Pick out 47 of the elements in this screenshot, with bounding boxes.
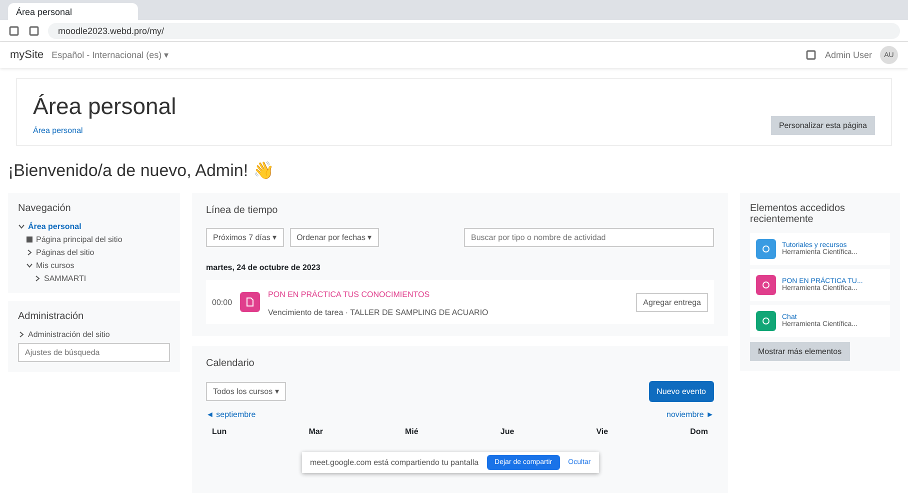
block-title: Calendario [206,358,256,369]
course-dropdown[interactable]: Todos los cursos ▾ [206,382,286,401]
chevron-down-icon [18,223,25,230]
weekday-label: Vie [596,427,608,436]
user-name[interactable]: Admin User [824,50,872,60]
filter-dropdown[interactable]: Próximos 7 días ▾ [206,228,284,247]
sort-dropdown[interactable]: Ordenar por fechas ▾ [290,228,379,247]
page-title: Área personal [33,93,176,120]
weekday-label: Dom [690,427,708,436]
show-more-button[interactable]: Mostrar más elementos [750,342,850,361]
address-bar[interactable]: moodle2023.webd.pro/my/ [48,22,900,38]
event-link[interactable]: PON EN PRÁCTICA TUS CONOCIMIENTOS [268,290,430,299]
home-icon [26,236,33,243]
search-field[interactable]: Ajustes de búsqueda [18,343,170,362]
chevron-right-icon [26,249,33,256]
block-title: Elementos accedidos recientemente [750,203,846,225]
search-field[interactable]: Buscar por tipo o nombre de actividad [464,228,714,247]
nav-item[interactable]: Página principal del sitio [18,235,170,244]
chevron-right-icon [18,331,25,338]
submit-button[interactable]: Agregar entrega [636,292,708,312]
event-subtitle: Vencimiento de tarea · TALLER DE SAMPLING DE ACUARIO [268,308,488,317]
nav-item[interactable]: Administración del sitio [18,330,170,339]
site-brand[interactable]: mySite [10,49,44,61]
block-title: Administración [18,311,85,322]
weekday-label: Mar [308,427,323,436]
block-title: Línea de tiempo [206,205,279,216]
chevron-right-icon [34,275,41,282]
browser-tab[interactable]: Área personal [8,3,138,20]
prev-month-link[interactable]: ◄ septiembre [206,410,256,419]
welcome-heading: ¡Bienvenido/a de nuevo, Admin! 👋 [8,160,275,182]
next-month-link[interactable]: noviembre ► [666,410,714,419]
nav-item[interactable]: Mis cursos [18,261,170,270]
nav-item[interactable]: SAMMARTI [18,274,170,283]
chevron-down-icon [26,262,33,269]
block-title: Navegación [18,203,72,214]
language-menu[interactable]: Español - Internacional (es) ▾ [52,50,170,60]
weekday-label: Jue [500,427,514,436]
event-time: 00:00 [212,298,232,306]
new-event-button[interactable]: Nuevo evento [648,381,714,402]
nav-item[interactable]: Área personal [18,222,170,231]
nav-item[interactable]: Páginas del sitio [18,248,170,257]
breadcrumb-link[interactable]: Área personal [33,126,176,135]
event-date: martes, 24 de octubre de 2023 [206,263,322,272]
sharing-message: meet.google.com está compartiendo tu pantalla [310,458,479,467]
weekday-label: Lun [212,427,227,436]
weekday-label: Mié [405,427,418,436]
customize-button[interactable]: Personalizar esta página [770,116,875,135]
